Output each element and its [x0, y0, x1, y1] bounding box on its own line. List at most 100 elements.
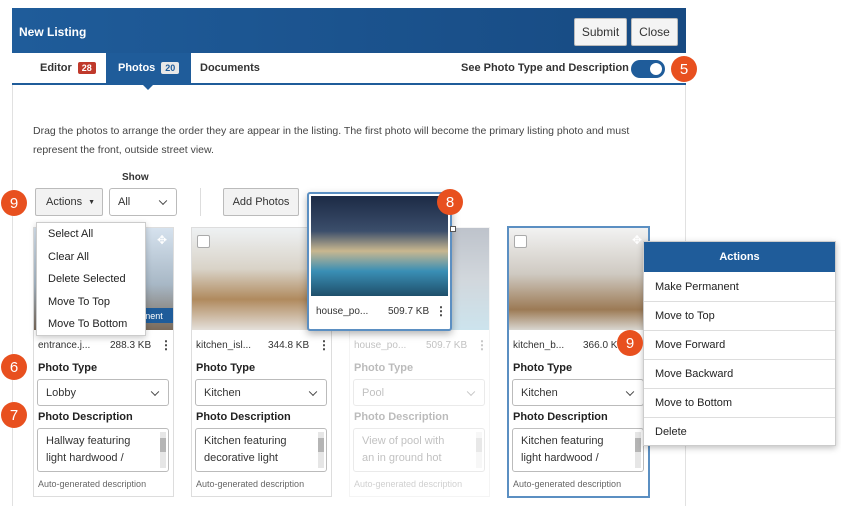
card-4-photo-type-value: Kitchen: [521, 386, 558, 399]
card-4-desc-line-2: light hardwood /: [521, 452, 599, 464]
card-2-desc-line-2: decorative light: [204, 452, 278, 464]
card-3-photo-type-label: Photo Type: [354, 362, 414, 374]
card-3-desc-line-2: an in ground hot: [362, 452, 442, 464]
menu-item-move-backward[interactable]: Move Backward: [644, 359, 835, 388]
tab-editor[interactable]: Editor 28: [40, 53, 96, 83]
tab-editor-badge: 28: [77, 62, 96, 74]
card-3-size: 509.7 KB: [426, 340, 468, 351]
card-2-checkbox[interactable]: [197, 235, 210, 248]
card-3-desc-line-1: View of pool with: [362, 435, 445, 447]
tab-documents[interactable]: Documents: [200, 53, 260, 83]
show-label: Show: [122, 172, 149, 183]
dragged-photo-card[interactable]: house_po... 509.7 KB ⋮: [307, 192, 452, 331]
kebab-menu-icon[interactable]: ⋮: [160, 338, 172, 352]
chevron-down-icon: [625, 387, 635, 396]
tab-editor-label: Editor: [40, 62, 72, 74]
card-4-auto-desc-hint: Auto-generated description: [513, 479, 622, 489]
dragged-card-size: 509.7 KB: [388, 306, 430, 317]
toggle-knob: [650, 63, 662, 75]
photo-card-4[interactable]: ✥ kitchen_b... 366.0 KB Photo Type Kitch…: [507, 226, 650, 498]
tab-photos-badge: 20: [161, 62, 180, 74]
photo-type-toggle[interactable]: [631, 60, 665, 78]
card-3-description-textarea[interactable]: View of pool with an in ground hot: [353, 428, 485, 472]
caret-down-icon: ▼: [88, 198, 96, 206]
textarea-scrollbar[interactable]: [635, 432, 641, 468]
window-header: New Listing Submit Close: [12, 8, 686, 53]
close-button[interactable]: Close: [631, 18, 678, 46]
card-4-photo-description-label: Photo Description: [513, 411, 608, 423]
photo-actions-menu-title: Actions: [644, 242, 835, 272]
card-2-photo-type-label: Photo Type: [196, 362, 256, 374]
card-3-filename: house_po...: [354, 340, 407, 351]
actions-button-label: Actions: [46, 196, 83, 208]
card-1-photo-type-value: Lobby: [46, 386, 76, 399]
dragged-card-filename: house_po...: [316, 306, 369, 317]
card-2-filename: kitchen_isl...: [196, 340, 252, 351]
show-select[interactable]: All: [109, 188, 177, 216]
photo-actions-menu: Actions Make Permanent Move to Top Move …: [643, 241, 836, 446]
card-2-auto-desc-hint: Auto-generated description: [196, 479, 305, 489]
callout-marker-6: 6: [1, 354, 27, 380]
menu-item-clear-all[interactable]: Clear All: [37, 246, 145, 269]
submit-button[interactable]: Submit: [574, 18, 627, 46]
card-2-size: 344.8 KB: [268, 340, 310, 351]
toolbar-divider: [200, 188, 201, 216]
menu-item-move-forward[interactable]: Move Forward: [644, 330, 835, 359]
card-2-description-textarea[interactable]: Kitchen featuring decorative light: [195, 428, 327, 472]
callout-marker-8: 8: [437, 189, 463, 215]
menu-item-move-to-top[interactable]: Move to Top: [644, 301, 835, 330]
tab-bar: Editor 28 Photos 20 Documents See Photo …: [12, 53, 686, 85]
actions-dropdown-menu: Select All Clear All Delete Selected Mov…: [36, 222, 146, 336]
kebab-menu-icon[interactable]: ⋮: [476, 338, 488, 352]
card-4-checkbox[interactable]: [514, 235, 527, 248]
card-3-auto-desc-hint: Auto-generated description: [354, 479, 463, 489]
card-1-description-textarea[interactable]: Hallway featuring light hardwood /: [37, 428, 169, 472]
chevron-down-icon: [466, 387, 476, 396]
card-2-photo-type-select[interactable]: Kitchen: [195, 379, 327, 406]
card-1-auto-desc-hint: Auto-generated description: [38, 479, 147, 489]
card-1-photo-type-label: Photo Type: [38, 362, 98, 374]
callout-marker-9-menu: 9: [617, 330, 643, 356]
card-2-desc-line-1: Kitchen featuring: [204, 435, 287, 447]
menu-item-delete[interactable]: Delete: [644, 417, 835, 446]
show-select-value: All: [118, 196, 131, 208]
card-3-photo-description-label: Photo Description: [354, 411, 449, 423]
photo-type-toggle-label: See Photo Type and Description: [461, 62, 629, 74]
callout-marker-7: 7: [1, 402, 27, 428]
card-4-photo-type-label: Photo Type: [513, 362, 573, 374]
textarea-scrollbar[interactable]: [160, 432, 166, 468]
menu-item-select-all[interactable]: Select All: [37, 223, 145, 246]
drag-handle[interactable]: [450, 226, 456, 232]
add-photos-button[interactable]: Add Photos: [223, 188, 299, 216]
card-4-desc-line-1: Kitchen featuring: [521, 435, 604, 447]
tab-photos-label: Photos: [118, 62, 156, 74]
card-4-photo-type-select[interactable]: Kitchen: [512, 379, 644, 406]
actions-button[interactable]: Actions ▼: [35, 188, 103, 216]
callout-marker-5: 5: [671, 56, 697, 82]
callout-marker-9-actions: 9: [1, 190, 27, 216]
card-4-filename: kitchen_b...: [513, 340, 565, 351]
menu-item-move-to-bottom[interactable]: Move To Bottom: [37, 313, 145, 336]
menu-item-move-to-top[interactable]: Move To Top: [37, 291, 145, 314]
textarea-scrollbar[interactable]: [318, 432, 324, 468]
photo-thumbnail-4[interactable]: [509, 228, 648, 330]
tab-photos[interactable]: Photos 20: [106, 53, 192, 83]
move-icon[interactable]: ✥: [632, 233, 642, 247]
dragged-photo-thumbnail[interactable]: [311, 196, 448, 296]
menu-item-move-to-bottom[interactable]: Move to Bottom: [644, 388, 835, 417]
card-3-photo-type-select[interactable]: Pool: [353, 379, 485, 406]
textarea-scrollbar[interactable]: [476, 432, 482, 468]
menu-item-delete-selected[interactable]: Delete Selected: [37, 268, 145, 291]
instructions-text: Drag the photos to arrange the order the…: [33, 125, 630, 156]
kebab-menu-icon[interactable]: ⋮: [318, 338, 330, 352]
card-3-photo-type-value: Pool: [362, 386, 385, 399]
chevron-down-icon: [150, 387, 160, 396]
card-1-desc-line-2: light hardwood /: [46, 452, 124, 464]
move-icon[interactable]: ✥: [157, 233, 167, 247]
tab-documents-label: Documents: [200, 62, 260, 74]
card-1-photo-type-select[interactable]: Lobby: [37, 379, 169, 406]
card-4-description-textarea[interactable]: Kitchen featuring light hardwood /: [512, 428, 644, 472]
kebab-menu-icon[interactable]: ⋮: [435, 304, 447, 318]
chevron-down-icon: [158, 196, 168, 206]
menu-item-make-permanent[interactable]: Make Permanent: [644, 272, 835, 301]
